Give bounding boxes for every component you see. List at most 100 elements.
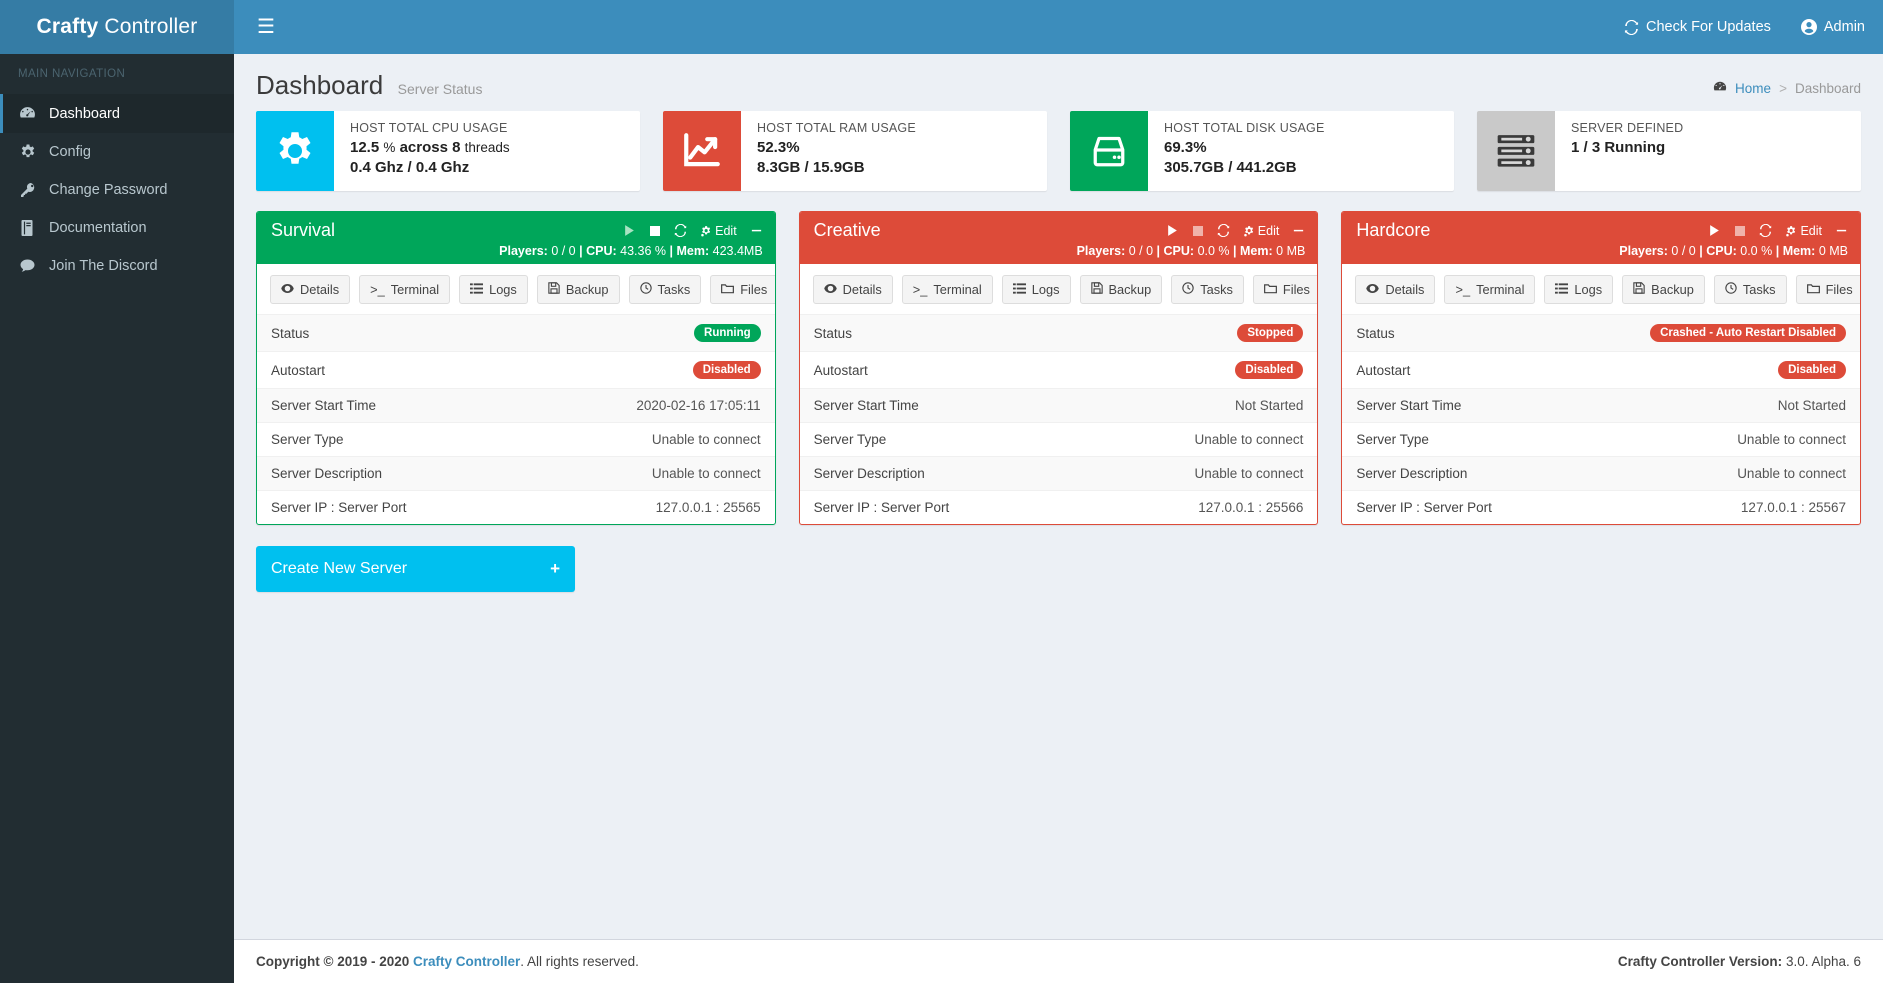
sidebar-item-change-password[interactable]: Change Password [0, 171, 234, 209]
tab-tasks[interactable]: Tasks [1171, 275, 1244, 304]
terminal-icon: >_ [1455, 282, 1470, 297]
stats-sep: | [670, 244, 674, 258]
sidebar-item-config[interactable]: Config [0, 133, 234, 171]
start-icon[interactable] [1166, 224, 1179, 237]
detail-value: Unable to connect [652, 432, 761, 447]
stop-icon[interactable] [1192, 225, 1204, 237]
detail-value: 127.0.0.1 : 25565 [656, 500, 761, 515]
tab-terminal[interactable]: >_Terminal [1444, 275, 1535, 304]
tab-details[interactable]: Details [1355, 275, 1435, 304]
edit-button[interactable]: Edit [1785, 224, 1822, 238]
dashboard-icon [1713, 80, 1727, 97]
breadcrumb-home-link[interactable]: Home [1735, 81, 1771, 96]
autostart-badge: Disabled [1235, 361, 1303, 379]
minimize-icon[interactable] [1292, 224, 1305, 237]
check-for-updates-button[interactable]: Check For Updates [1624, 19, 1771, 35]
terminal-icon: >_ [913, 282, 928, 297]
hamburger-icon[interactable]: ☰ [248, 11, 284, 43]
server-name: Creative [814, 220, 881, 241]
start-icon[interactable] [623, 224, 636, 237]
edit-button[interactable]: Edit [1243, 224, 1280, 238]
save-icon [548, 282, 560, 297]
detail-label: Autostart [271, 363, 325, 378]
server-icon [1477, 111, 1555, 191]
tab-logs[interactable]: Logs [1544, 275, 1613, 304]
tab-files[interactable]: Files [710, 275, 775, 304]
book-icon [18, 220, 37, 236]
detail-value: Not Started [1778, 398, 1846, 413]
stat-value: 52.3% [757, 139, 800, 156]
dashboard-icon [18, 105, 37, 122]
breadcrumb: Home > Dashboard [1713, 80, 1861, 97]
detail-row-ip-port: Server IP : Server Port 127.0.0.1 : 2556… [1342, 490, 1860, 524]
user-menu-button[interactable]: Admin [1801, 19, 1865, 35]
restart-icon[interactable] [1217, 224, 1230, 237]
detail-row-start-time: Server Start Time Not Started [1342, 388, 1860, 422]
detail-row-start-time: Server Start Time 2020-02-16 17:05:11 [257, 388, 775, 422]
page-heading-group: Dashboard Server Status [256, 70, 482, 101]
tab-details[interactable]: Details [270, 275, 350, 304]
minimize-icon[interactable] [1835, 224, 1848, 237]
edit-label: Edit [1258, 224, 1280, 238]
players-label: Players: [1077, 244, 1126, 258]
detail-label: Server Start Time [271, 398, 376, 413]
detail-value: Unable to connect [1737, 432, 1846, 447]
create-new-server-button[interactable]: Create New Server + [256, 546, 575, 592]
detail-row-start-time: Server Start Time Not Started [800, 388, 1318, 422]
tab-files[interactable]: Files [1253, 275, 1318, 304]
tab-terminal[interactable]: >_Terminal [902, 275, 993, 304]
tab-label: Backup [1651, 282, 1694, 297]
tab-logs[interactable]: Logs [459, 275, 528, 304]
restart-icon[interactable] [674, 224, 687, 237]
start-icon[interactable] [1708, 224, 1721, 237]
stat-card-body: HOST TOTAL CPU USAGE 12.5 % across 8 thr… [334, 111, 510, 191]
tab-tasks[interactable]: Tasks [1714, 275, 1787, 304]
user-menu-label: Admin [1824, 19, 1865, 35]
eye-icon [281, 282, 294, 297]
brand-logo[interactable]: Crafty Controller [0, 0, 234, 54]
detail-row-autostart: Autostart Disabled [257, 351, 775, 388]
players-value: 0 / 0 [1129, 244, 1153, 258]
stats-sep: | [1157, 244, 1161, 258]
server-card-header: Survival Edit Players: [257, 212, 775, 264]
footer-copyright-lead: Copyright © 2019 - 2020 [256, 954, 409, 969]
tab-details[interactable]: Details [813, 275, 893, 304]
restart-icon[interactable] [1759, 224, 1772, 237]
tab-label: Details [300, 282, 339, 297]
tab-label: Files [740, 282, 767, 297]
detail-row-ip-port: Server IP : Server Port 127.0.0.1 : 2556… [257, 490, 775, 524]
footer-copyright-rest: . All rights reserved. [520, 954, 639, 969]
tab-backup[interactable]: Backup [1622, 275, 1705, 304]
breadcrumb-separator: > [1779, 81, 1787, 96]
tab-logs[interactable]: Logs [1002, 275, 1071, 304]
tab-tasks[interactable]: Tasks [629, 275, 702, 304]
tab-terminal[interactable]: >_Terminal [359, 275, 450, 304]
plus-icon: + [550, 559, 560, 579]
folder-icon [721, 282, 734, 297]
sidebar-item-documentation[interactable]: Documentation [0, 209, 234, 247]
detail-row-description: Server Description Unable to connect [800, 456, 1318, 490]
server-card-header-top: Creative Edit [814, 220, 1306, 241]
sidebar-item-join-the-discord[interactable]: Join The Discord [0, 247, 234, 285]
edit-button[interactable]: Edit [700, 224, 737, 238]
sidebar-item-label: Change Password [49, 182, 168, 198]
footer-brand-link[interactable]: Crafty Controller [413, 954, 520, 969]
folder-icon [1264, 282, 1277, 297]
stat-card-body: HOST TOTAL RAM USAGE 52.3% 8.3GB / 15.9G… [741, 111, 916, 191]
stat-card-ram: HOST TOTAL RAM USAGE 52.3% 8.3GB / 15.9G… [663, 111, 1047, 191]
players-value: 0 / 0 [1671, 244, 1695, 258]
stop-icon[interactable] [649, 225, 661, 237]
cpu-label: CPU: [1164, 244, 1195, 258]
sidebar-item-dashboard[interactable]: Dashboard [0, 94, 234, 133]
tab-backup[interactable]: Backup [537, 275, 620, 304]
tab-files[interactable]: Files [1796, 275, 1861, 304]
stats-sep: | [1699, 244, 1703, 258]
tab-label: Tasks [1200, 282, 1233, 297]
minimize-icon[interactable] [750, 224, 763, 237]
tab-label: Tasks [1743, 282, 1776, 297]
app-root: Crafty Controller ☰ Check For Updates Ad… [0, 0, 1883, 983]
tab-backup[interactable]: Backup [1080, 275, 1163, 304]
clock-icon [1725, 282, 1737, 297]
tab-label: Files [1826, 282, 1853, 297]
stop-icon[interactable] [1734, 225, 1746, 237]
